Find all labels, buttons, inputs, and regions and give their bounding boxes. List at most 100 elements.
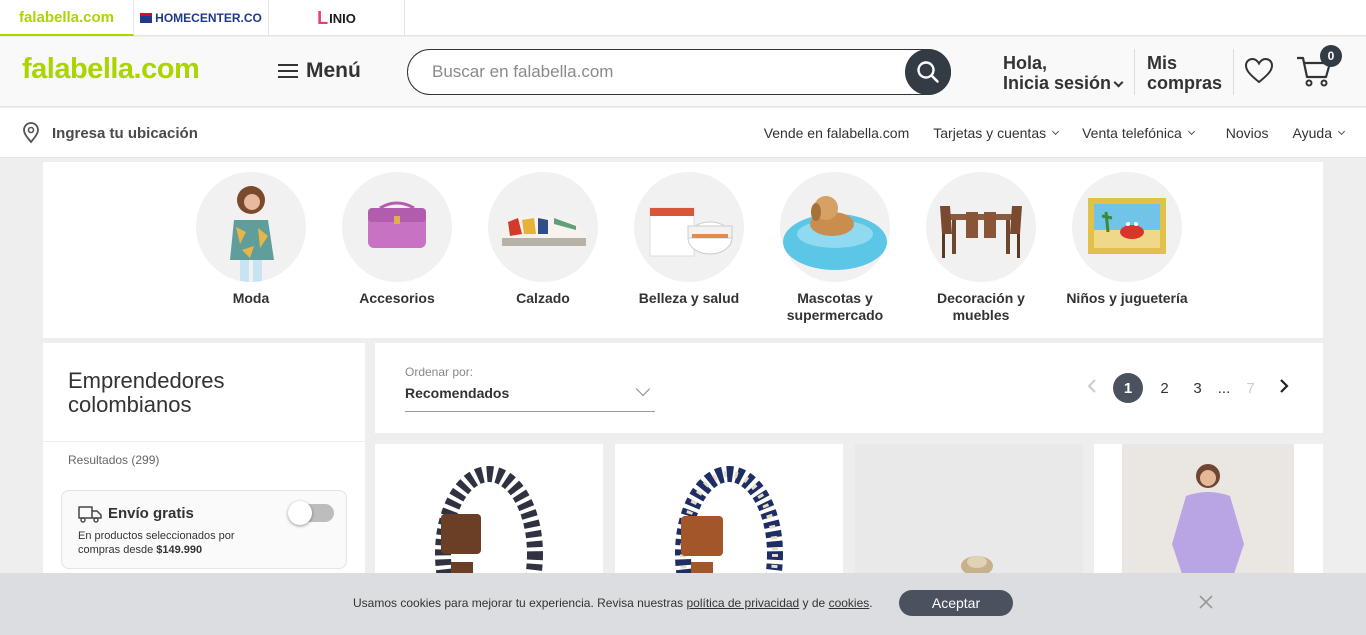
category-decoracion[interactable]: Decoración y muebles [908, 172, 1054, 324]
free-shipping-amount: $149.990 [156, 544, 203, 556]
category-carousel: Moda Accesorios Calzado Belleza y salud … [43, 162, 1323, 338]
cookie-text: . [869, 596, 873, 610]
brand-bar: falabella.com HOMECENTER.CO L INIO [0, 0, 1366, 36]
subnav-link-venta-telefonica[interactable]: Venta telefónica [1082, 125, 1195, 141]
menu-label: Menú [306, 59, 361, 82]
category-moda[interactable]: Moda [178, 172, 324, 307]
subnav-link-label: Novios [1225, 125, 1269, 141]
sort-label: Ordenar por: [405, 365, 474, 379]
page-button-3[interactable]: 3 [1181, 380, 1214, 397]
category-label: Niños y juguetería [1066, 290, 1188, 306]
chevron-down-icon [1187, 127, 1195, 135]
cookie-message: Usamos cookies para mejorar tu experienc… [353, 596, 873, 610]
sort-underline [405, 411, 655, 412]
hamburger-icon [278, 62, 298, 80]
cookie-text: y de [799, 596, 829, 610]
cookies-link[interactable]: cookies [829, 596, 870, 610]
falabella-logo[interactable]: falabella.com [22, 53, 200, 86]
page-button-last[interactable]: 7 [1234, 380, 1267, 397]
subnav-link-novios[interactable]: Novios [1226, 125, 1269, 141]
close-icon[interactable] [1197, 593, 1215, 611]
linio-logo-icon: L [317, 7, 329, 28]
category-decoracion-image [926, 172, 1036, 282]
login-label: Inicia sesión [1003, 73, 1112, 93]
truck-icon [78, 506, 102, 523]
subnav-link-label: Ayuda [1292, 125, 1332, 141]
purchases-label-1: Mis [1147, 53, 1178, 73]
login-menu[interactable]: Hola, Inicia sesión [1003, 53, 1124, 93]
menu-button[interactable]: Menú [278, 59, 361, 83]
free-shipping-description: En productos seleccionados por compras d… [78, 529, 278, 557]
location-selector[interactable]: Ingresa tu ubicación [22, 122, 198, 144]
subnav-links: Vende en falabella.com Tarjetas y cuenta… [764, 125, 1346, 141]
login-greeting: Hola, [1003, 53, 1048, 73]
divider [1134, 49, 1135, 95]
cookie-text: Usamos cookies para mejorar tu experienc… [353, 596, 687, 610]
category-moda-image [196, 172, 306, 282]
category-ninos[interactable]: Niños y juguetería [1054, 172, 1200, 307]
brand-homecenter-label: HOMECENTER.CO [155, 11, 262, 25]
cart-count-badge: 0 [1320, 45, 1342, 67]
search-button[interactable] [905, 49, 951, 95]
sub-navigation: Ingresa tu ubicación Vende en falabella.… [0, 108, 1366, 158]
category-label: Accesorios [359, 290, 435, 306]
category-label: Mascotas y supermercado [786, 290, 884, 323]
cookie-banner: Usamos cookies para mejorar tu experienc… [0, 573, 1366, 635]
purchases-label-2: compras [1147, 73, 1223, 93]
brand-linio-label: INIO [329, 10, 356, 26]
category-belleza-image [634, 172, 744, 282]
chevron-left-icon [1087, 379, 1096, 393]
privacy-policy-link[interactable]: política de privacidad [686, 596, 799, 610]
chevron-down-icon [1113, 77, 1124, 88]
brand-tab-falabella[interactable]: falabella.com [0, 0, 134, 36]
location-pin-icon [23, 122, 39, 144]
category-mascotas-image [780, 172, 890, 282]
category-label: Decoración y muebles [937, 290, 1025, 323]
divider [43, 441, 365, 442]
sort-dropdown[interactable]: Recomendados [405, 385, 509, 401]
category-label: Moda [232, 290, 270, 306]
accept-cookies-button[interactable]: Aceptar [899, 590, 1013, 616]
chevron-down-icon [1052, 127, 1060, 135]
subnav-link-label: Venta telefónica [1082, 125, 1182, 141]
prev-page-button[interactable] [1075, 379, 1108, 397]
page-button-1[interactable]: 1 [1113, 373, 1143, 403]
category-ninos-image [1072, 172, 1182, 282]
sort-pagination-bar: Ordenar por: Recomendados 1 2 3 ... 7 [375, 343, 1323, 433]
chevron-down-icon[interactable] [635, 381, 651, 397]
subnav-link-ayuda[interactable]: Ayuda [1292, 125, 1346, 141]
brand-falabella-label: falabella.com [18, 8, 115, 26]
location-label: Ingresa tu ubicación [52, 124, 198, 142]
subnav-link-label: Vende en falabella.com [763, 125, 910, 141]
category-belleza[interactable]: Belleza y salud [616, 172, 762, 307]
category-calzado[interactable]: Calzado [470, 172, 616, 307]
search-input[interactable] [432, 60, 892, 84]
toggle-knob [288, 501, 312, 525]
brand-tab-homecenter[interactable]: HOMECENTER.CO [134, 0, 269, 36]
category-accesorios[interactable]: Accesorios [324, 172, 470, 307]
page-button-2[interactable]: 2 [1148, 380, 1181, 397]
next-page-button[interactable] [1267, 379, 1300, 397]
collection-title: Emprendedores colombianos [68, 368, 225, 417]
free-shipping-filter: Envío gratis En productos seleccionados … [61, 490, 347, 569]
category-label: Calzado [516, 290, 570, 306]
pagination-ellipsis: ... [1217, 379, 1231, 397]
subnav-link-vende[interactable]: Vende en falabella.com [764, 125, 910, 141]
homecenter-logo-icon [140, 13, 153, 23]
brand-tab-linio[interactable]: L INIO [269, 0, 405, 36]
my-purchases-link[interactable]: Mis compras [1147, 53, 1222, 93]
divider [1233, 49, 1234, 95]
chevron-right-icon [1279, 379, 1289, 393]
heart-icon[interactable] [1244, 57, 1274, 85]
category-mascotas[interactable]: Mascotas y supermercado [762, 172, 908, 324]
category-label: Belleza y salud [638, 290, 740, 306]
chevron-down-icon [1337, 127, 1346, 135]
free-shipping-toggle[interactable] [288, 501, 334, 525]
free-shipping-title: Envío gratis [108, 505, 194, 522]
subnav-link-tarjetas[interactable]: Tarjetas y cuentas [933, 125, 1060, 141]
search-icon [917, 61, 939, 83]
pagination: 1 2 3 ... 7 [1075, 373, 1300, 403]
results-count: Resultados (299) [68, 453, 160, 467]
search-bar [407, 49, 951, 95]
subnav-link-label: Tarjetas y cuentas [933, 125, 1047, 141]
